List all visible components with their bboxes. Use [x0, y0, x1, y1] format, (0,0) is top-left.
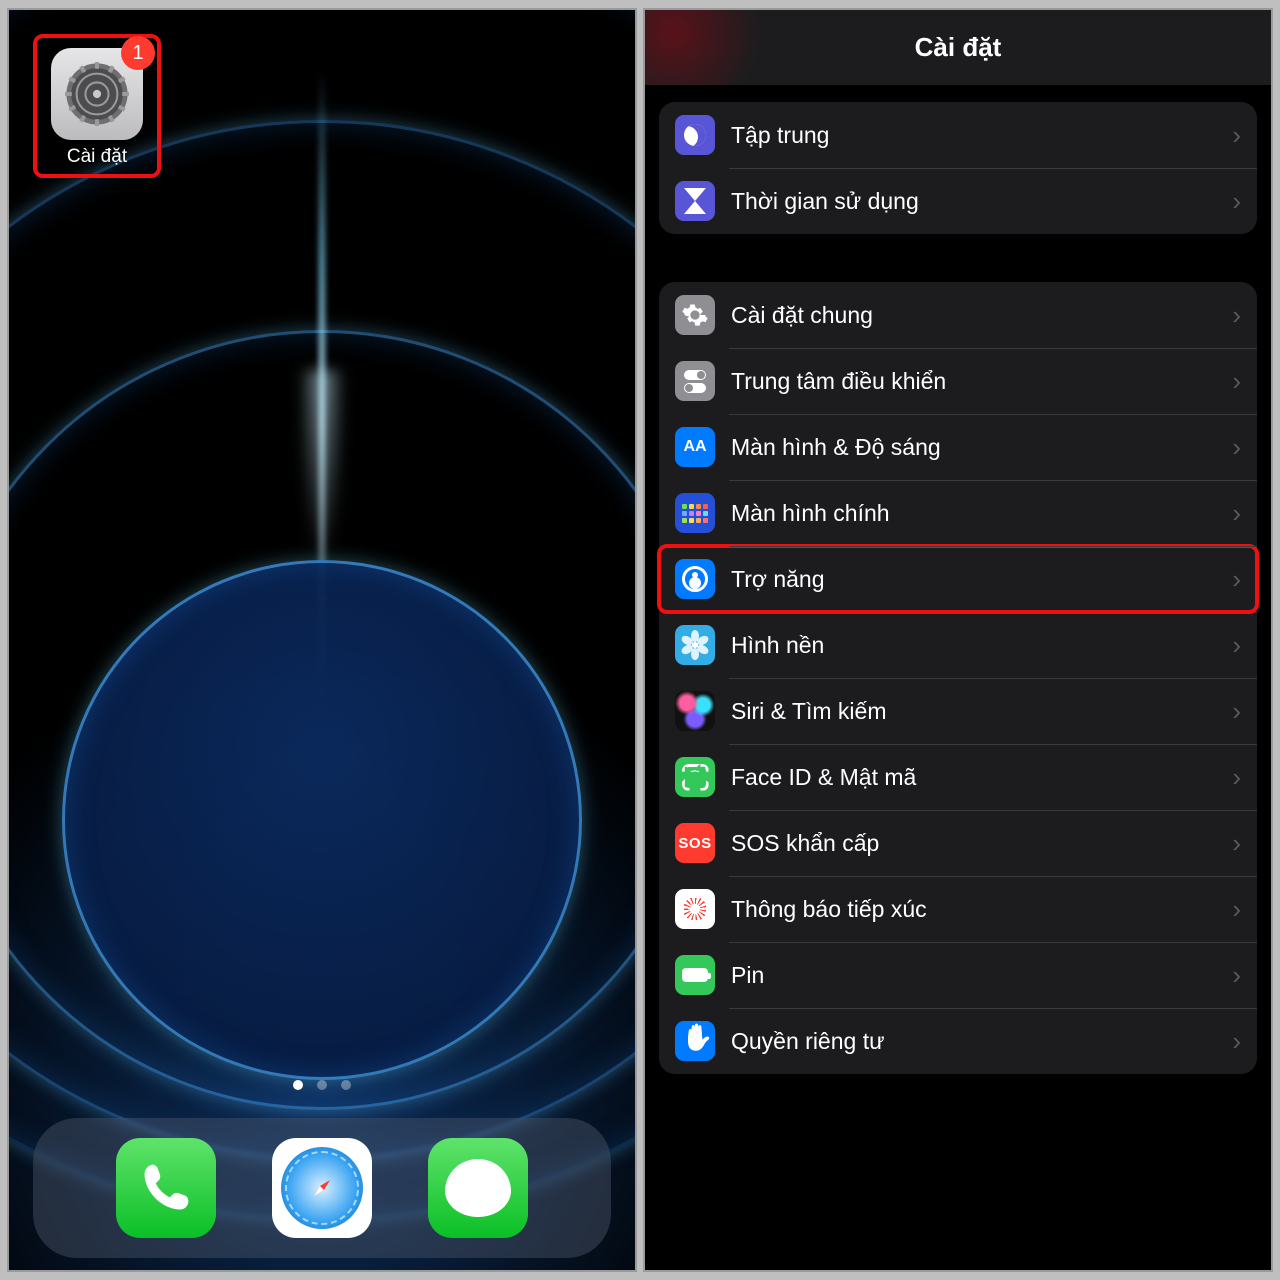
- row-homescreen[interactable]: Màn hình chính ›: [659, 480, 1257, 546]
- phone-icon: [138, 1160, 194, 1216]
- aa-icon: AA: [675, 427, 715, 467]
- chevron-right-icon: ›: [1232, 1026, 1241, 1057]
- switches-icon: [675, 361, 715, 401]
- row-wallpaper[interactable]: Hình nền ›: [659, 612, 1257, 678]
- chevron-right-icon: ›: [1232, 366, 1241, 397]
- row-label: Pin: [731, 962, 1232, 989]
- compass-icon: [281, 1147, 363, 1229]
- moon-icon: [675, 115, 715, 155]
- chevron-right-icon: ›: [1232, 300, 1241, 331]
- row-label: Cài đặt chung: [731, 302, 1232, 329]
- gear-icon: [675, 295, 715, 335]
- row-focus[interactable]: Tập trung ›: [659, 102, 1257, 168]
- chevron-right-icon: ›: [1232, 630, 1241, 661]
- settings-group-1: Tập trung › Thời gian sử dụng ›: [659, 102, 1257, 234]
- chevron-right-icon: ›: [1232, 762, 1241, 793]
- page-indicator[interactable]: [293, 1080, 351, 1090]
- phone-app-icon[interactable]: [116, 1138, 216, 1238]
- flower-icon: [675, 625, 715, 665]
- page-dot-2: [317, 1080, 327, 1090]
- chevron-right-icon: ›: [1232, 828, 1241, 859]
- speech-bubble-icon: [445, 1159, 511, 1217]
- row-controlcenter[interactable]: Trung tâm điều khiển ›: [659, 348, 1257, 414]
- chevron-right-icon: ›: [1232, 696, 1241, 727]
- row-label: Face ID & Mật mã: [731, 764, 1232, 791]
- notification-badge: 1: [121, 36, 155, 70]
- settings-app-label: Cài đặt: [43, 146, 151, 168]
- chevron-right-icon: ›: [1232, 120, 1241, 151]
- settings-group-2: Cài đặt chung › Trung tâm điều khiển › A…: [659, 282, 1257, 1074]
- row-screentime[interactable]: Thời gian sử dụng ›: [659, 168, 1257, 234]
- accessibility-icon: [675, 559, 715, 599]
- messages-app-icon[interactable]: [428, 1138, 528, 1238]
- row-privacy[interactable]: Quyền riêng tư ›: [659, 1008, 1257, 1074]
- gear-icon: [63, 60, 131, 128]
- settings-scroll[interactable]: Tập trung › Thời gian sử dụng › Cài đặt …: [645, 86, 1271, 1270]
- page-dot-3: [341, 1080, 351, 1090]
- settings-screen: Cài đặt Tập trung › Thời gian sử dụng › …: [643, 8, 1273, 1272]
- chevron-right-icon: ›: [1232, 894, 1241, 925]
- row-display[interactable]: AA Màn hình & Độ sáng ›: [659, 414, 1257, 480]
- safari-app-icon[interactable]: [272, 1138, 372, 1238]
- row-exposure[interactable]: Thông báo tiếp xúc ›: [659, 876, 1257, 942]
- chevron-right-icon: ›: [1232, 960, 1241, 991]
- row-label: Trung tâm điều khiển: [731, 368, 1232, 395]
- page-dot-1: [293, 1080, 303, 1090]
- appgrid-icon: [675, 493, 715, 533]
- row-label: Thông báo tiếp xúc: [731, 896, 1232, 923]
- row-label: Màn hình & Độ sáng: [731, 434, 1232, 461]
- row-label: Màn hình chính: [731, 500, 1232, 527]
- page-title: Cài đặt: [915, 32, 1002, 63]
- dock: [33, 1118, 611, 1258]
- chevron-right-icon: ›: [1232, 432, 1241, 463]
- hand-icon: [675, 1021, 715, 1061]
- faceid-icon: [675, 757, 715, 797]
- row-label: Siri & Tìm kiếm: [731, 698, 1232, 725]
- row-sos[interactable]: SOS SOS khẩn cấp ›: [659, 810, 1257, 876]
- exposure-icon: [675, 889, 715, 929]
- chevron-right-icon: ›: [1232, 564, 1241, 595]
- row-label: Tập trung: [731, 122, 1232, 149]
- highlight-box-settings-app: 1 Cài đặt: [33, 34, 161, 178]
- sos-icon: SOS: [675, 823, 715, 863]
- row-siri[interactable]: Siri & Tìm kiếm ›: [659, 678, 1257, 744]
- row-faceid[interactable]: Face ID & Mật mã ›: [659, 744, 1257, 810]
- chevron-right-icon: ›: [1232, 498, 1241, 529]
- chevron-right-icon: ›: [1232, 186, 1241, 217]
- settings-header: Cài đặt: [645, 10, 1271, 86]
- settings-app-icon[interactable]: 1: [51, 48, 143, 140]
- row-label: Hình nền: [731, 632, 1232, 659]
- siri-icon: [675, 691, 715, 731]
- row-label: SOS khẩn cấp: [731, 830, 1232, 857]
- home-screen: 1 Cài đặt: [7, 8, 637, 1272]
- battery-icon: [675, 955, 715, 995]
- row-general[interactable]: Cài đặt chung ›: [659, 282, 1257, 348]
- row-label: Thời gian sử dụng: [731, 188, 1232, 215]
- row-label: Quyền riêng tư: [731, 1028, 1232, 1055]
- row-accessibility[interactable]: Trợ năng ›: [659, 546, 1257, 612]
- hourglass-icon: [675, 181, 715, 221]
- row-battery[interactable]: Pin ›: [659, 942, 1257, 1008]
- row-label: Trợ năng: [731, 566, 1232, 593]
